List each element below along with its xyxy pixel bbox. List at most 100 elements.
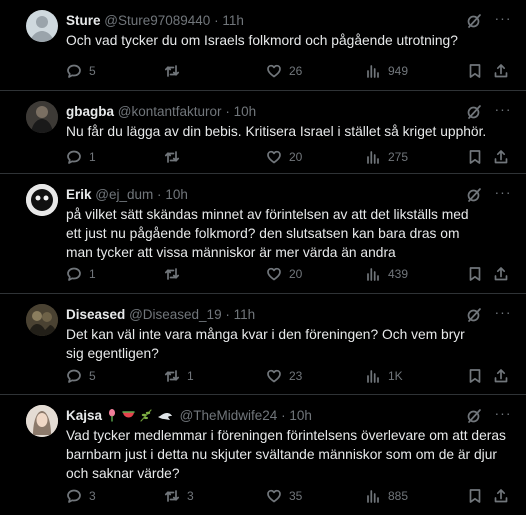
display-name[interactable]: gbagba: [66, 104, 114, 119]
tweet-text: på vilket sätt skändas minnet av förinte…: [66, 207, 469, 260]
avatar[interactable]: [26, 10, 58, 42]
retweet-button[interactable]: [164, 148, 187, 166]
more-icon[interactable]: ···: [494, 185, 512, 202]
views-icon: [367, 151, 379, 164]
avatar[interactable]: [26, 405, 58, 437]
retweet-button[interactable]: 1: [164, 367, 194, 385]
views-button[interactable]: 1K: [365, 367, 403, 385]
views-button[interactable]: 275: [365, 148, 408, 166]
reply-count: 1: [89, 150, 96, 164]
timestamp[interactable]: 11h: [222, 13, 244, 28]
more-icon[interactable]: ···: [494, 102, 512, 119]
display-name[interactable]: Sture: [66, 13, 101, 28]
like-button[interactable]: 26: [266, 62, 302, 80]
share-button[interactable]: [493, 487, 509, 505]
timestamp[interactable]: 10h: [289, 408, 312, 423]
views-button[interactable]: 949: [365, 62, 408, 80]
views-button[interactable]: 439: [365, 265, 408, 283]
share-button[interactable]: [493, 367, 509, 385]
bookmark-button[interactable]: [467, 265, 483, 283]
grok-icon[interactable]: [466, 104, 482, 120]
action-bar: 5 26 949: [66, 62, 509, 80]
user-handle[interactable]: @TheMidwife24: [180, 408, 278, 423]
timestamp[interactable]: 10h: [165, 187, 188, 202]
heart-icon: [267, 267, 281, 281]
reply-count: 3: [89, 489, 96, 503]
share-button[interactable]: [493, 265, 509, 283]
like-button[interactable]: 20: [266, 148, 302, 166]
avatar[interactable]: [26, 304, 58, 336]
more-icon[interactable]: ···: [494, 11, 512, 28]
like-count: 20: [289, 267, 303, 281]
share-icon: [494, 150, 508, 164]
grok-icon[interactable]: [466, 13, 482, 29]
tweet-card[interactable]: Diseased @Diseased_19 · 11h ··· Det kan …: [0, 294, 526, 395]
tweet-card[interactable]: Erik @ej_dum · 10h ··· på vilket sätt sk…: [0, 174, 526, 294]
reply-button[interactable]: 3: [66, 487, 96, 505]
share-icon: [494, 64, 508, 78]
views-icon: [367, 65, 379, 78]
tweet-header: gbagba @kontantfakturor · 10h: [66, 103, 256, 121]
like-button[interactable]: 23: [266, 367, 302, 385]
reply-button[interactable]: 5: [66, 62, 96, 80]
timestamp[interactable]: 10h: [234, 104, 257, 119]
reply-button[interactable]: 5: [66, 367, 96, 385]
avatar[interactable]: [26, 184, 58, 216]
reply-button[interactable]: 1: [66, 265, 96, 283]
separator-dot: ·: [281, 408, 286, 423]
display-name[interactable]: Kajsa: [66, 408, 102, 423]
bookmark-button[interactable]: [467, 62, 483, 80]
share-button[interactable]: [493, 62, 509, 80]
user-handle[interactable]: @kontantfakturor: [118, 104, 222, 119]
heart-icon: [267, 489, 281, 503]
tweet-text: Och vad tycker du om Israels folkmord oc…: [66, 33, 458, 48]
more-icon[interactable]: ···: [494, 406, 512, 423]
grok-icon[interactable]: [466, 408, 482, 424]
reply-feed: Sture @Sture97089440 · 11h ··· Och vad t…: [0, 0, 526, 515]
reply-button[interactable]: 1: [66, 148, 96, 166]
action-bar: 3 3 35 885: [66, 487, 509, 505]
dove-icon: [157, 413, 172, 420]
avatar[interactable]: [26, 101, 58, 133]
heart-icon: [267, 150, 281, 164]
views-icon: [367, 268, 379, 281]
like-button[interactable]: 35: [266, 487, 302, 505]
display-name[interactable]: Diseased: [66, 307, 125, 322]
separator-dot: ·: [214, 13, 219, 28]
tweet-card[interactable]: Kajsa @TheMidwife24 · 10h ··· Vad tycker…: [0, 395, 526, 515]
tweet-text: Vad tycker medlemmar i föreningen förint…: [66, 428, 506, 481]
heart-icon: [267, 369, 281, 383]
retweet-button[interactable]: 3: [164, 487, 194, 505]
retweet-button[interactable]: [164, 265, 187, 283]
bookmark-button[interactable]: [467, 367, 483, 385]
tweet-header: Erik @ej_dum · 10h: [66, 186, 188, 204]
user-handle[interactable]: @ej_dum: [95, 187, 153, 202]
user-handle[interactable]: @Diseased_19: [129, 307, 222, 322]
tweet-card[interactable]: gbagba @kontantfakturor · 10h ··· Nu får…: [0, 91, 526, 174]
reply-count: 5: [89, 64, 96, 78]
views-button[interactable]: 885: [365, 487, 408, 505]
bookmark-button[interactable]: [467, 487, 483, 505]
share-icon: [494, 489, 508, 503]
reply-count: 5: [89, 369, 96, 383]
like-count: 26: [289, 64, 303, 78]
reply-icon: [67, 369, 81, 383]
timestamp[interactable]: 11h: [234, 307, 256, 322]
bookmark-icon: [469, 267, 481, 281]
share-button[interactable]: [493, 148, 509, 166]
action-bar: 1 20 439: [66, 265, 509, 283]
tweet-card[interactable]: Sture @Sture97089440 · 11h ··· Och vad t…: [0, 0, 526, 91]
like-button[interactable]: 20: [266, 265, 302, 283]
reply-count: 1: [89, 267, 96, 281]
retweet-icon: [164, 151, 180, 163]
more-icon[interactable]: ···: [494, 305, 512, 322]
grok-icon[interactable]: [466, 307, 482, 323]
retweet-count: 1: [187, 369, 194, 383]
display-name[interactable]: Erik: [66, 187, 92, 202]
heart-icon: [267, 64, 281, 78]
bookmark-button[interactable]: [467, 148, 483, 166]
user-handle[interactable]: @Sture97089440: [104, 13, 210, 28]
tweet-header: Kajsa @TheMidwife24 · 10h: [66, 407, 312, 427]
retweet-button[interactable]: [164, 62, 187, 80]
grok-icon[interactable]: [466, 187, 482, 203]
